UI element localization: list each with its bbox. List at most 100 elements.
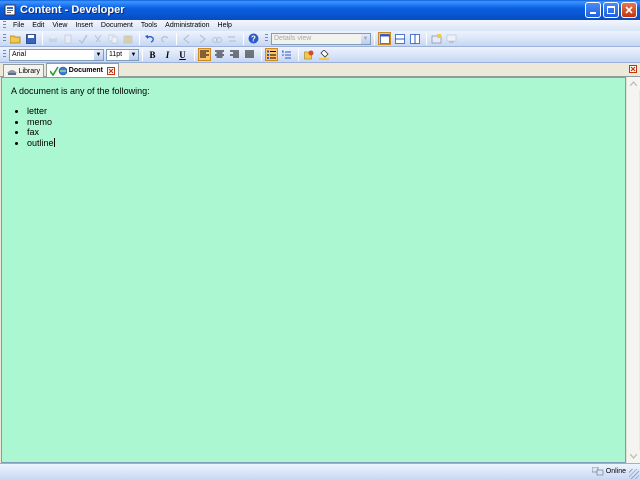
- maximize-icon: [607, 6, 615, 14]
- menu-edit[interactable]: Edit: [28, 21, 48, 30]
- find-button[interactable]: [210, 32, 223, 45]
- menu-tools[interactable]: Tools: [137, 21, 161, 30]
- menu-bar: File Edit View Insert Document Tools Adm…: [0, 20, 640, 31]
- view-combo[interactable]: Details view ▼: [271, 32, 371, 45]
- redo-button[interactable]: [158, 32, 171, 45]
- toolbar-separator: [142, 48, 143, 61]
- open-button[interactable]: [9, 32, 22, 45]
- underline-button[interactable]: U: [176, 48, 189, 61]
- spell-button[interactable]: [76, 32, 89, 45]
- layout-vertical-button[interactable]: [408, 32, 421, 45]
- arrow-right-icon: [199, 34, 206, 43]
- font-name-combo[interactable]: Arial ▼: [9, 48, 104, 61]
- list-item-text: outline: [27, 137, 54, 148]
- scroll-up-button[interactable]: [627, 77, 640, 90]
- copy-button[interactable]: [106, 32, 119, 45]
- menu-grip[interactable]: [3, 21, 6, 30]
- scroll-down-button[interactable]: [627, 450, 640, 463]
- network-icon: [446, 34, 457, 43]
- toolbar-separator: [139, 32, 140, 45]
- chevron-down-icon[interactable]: ▼: [129, 49, 138, 60]
- insert-image-button[interactable]: [302, 48, 315, 61]
- paint-bucket-icon: [318, 49, 329, 60]
- menu-file[interactable]: File: [9, 21, 28, 30]
- back-button[interactable]: [180, 32, 193, 45]
- maximize-button[interactable]: [603, 2, 619, 18]
- properties-icon: [431, 33, 442, 43]
- layout-single-button[interactable]: [378, 32, 391, 45]
- copy-icon: [108, 34, 117, 43]
- close-icon: [108, 68, 114, 73]
- menu-view[interactable]: View: [48, 21, 71, 30]
- minimize-icon: [590, 12, 596, 14]
- font-size-combo[interactable]: 11pt ▼: [106, 48, 139, 61]
- menu-insert[interactable]: Insert: [71, 21, 97, 30]
- chevron-down-icon[interactable]: ▼: [94, 49, 103, 60]
- layout-horizontal-button[interactable]: [393, 32, 406, 45]
- paste-button[interactable]: [121, 32, 134, 45]
- help-button[interactable]: ?: [247, 32, 260, 45]
- library-icon: [7, 70, 17, 75]
- align-right-button[interactable]: [228, 48, 241, 61]
- title-bar: Content - Developer: [0, 0, 640, 20]
- spellcheck-icon: [78, 34, 88, 44]
- text-caret: [53, 137, 55, 147]
- layout-horizontal-icon: [394, 33, 405, 44]
- bullet-list-icon: [267, 50, 276, 59]
- properties-button[interactable]: [430, 32, 443, 45]
- replace-icon: [227, 35, 236, 42]
- preview-button[interactable]: [61, 32, 74, 45]
- menu-document[interactable]: Document: [97, 21, 137, 30]
- view-combo-value: Details view: [274, 35, 312, 42]
- tab-document[interactable]: Document: [46, 63, 119, 77]
- network-button[interactable]: [445, 32, 458, 45]
- toolbar-grip[interactable]: [265, 34, 268, 43]
- list-item-last: outline: [27, 137, 616, 149]
- forward-button[interactable]: [195, 32, 208, 45]
- document-check-icon: [50, 66, 67, 76]
- align-center-button[interactable]: [213, 48, 226, 61]
- list-item: memo: [27, 117, 616, 128]
- justify-button[interactable]: [243, 48, 256, 61]
- tab-library[interactable]: Library: [3, 64, 44, 77]
- numbered-list-button[interactable]: [280, 48, 293, 61]
- replace-button[interactable]: [225, 32, 238, 45]
- minimize-button[interactable]: [585, 2, 601, 18]
- print-button[interactable]: [46, 32, 59, 45]
- close-icon: [625, 6, 633, 14]
- chevron-down-icon: [630, 454, 637, 459]
- document-editor[interactable]: A document is any of the following: lett…: [1, 77, 626, 463]
- toolbar-separator: [42, 32, 43, 45]
- tab-bar: Library Document: [0, 63, 640, 77]
- folder-open-icon: [10, 35, 21, 43]
- bullet-list-button[interactable]: [265, 48, 278, 61]
- align-left-icon: [200, 50, 209, 58]
- status-online-label: Online: [605, 468, 626, 475]
- menu-administration[interactable]: Administration: [161, 21, 213, 30]
- print-icon: [48, 35, 57, 42]
- toolbar-grip[interactable]: [3, 34, 6, 43]
- close-button[interactable]: [621, 2, 637, 18]
- bold-button[interactable]: B: [146, 48, 159, 61]
- italic-button[interactable]: I: [161, 48, 174, 61]
- chevron-down-icon[interactable]: ▼: [361, 33, 370, 44]
- toolbar-separator: [426, 32, 427, 45]
- resize-grip[interactable]: [629, 469, 639, 479]
- save-button[interactable]: [24, 32, 37, 45]
- tab-close-button[interactable]: [107, 66, 115, 75]
- highlight-button[interactable]: [317, 48, 330, 61]
- cut-button[interactable]: [91, 32, 104, 45]
- undo-button[interactable]: [143, 32, 156, 45]
- align-left-button[interactable]: [198, 48, 211, 61]
- panel-close-button[interactable]: [629, 65, 637, 73]
- toolbar-grip[interactable]: [3, 50, 6, 59]
- standard-toolbar: ? Details view ▼: [0, 31, 640, 47]
- justify-icon: [245, 50, 254, 58]
- menu-help[interactable]: Help: [214, 21, 236, 30]
- document-list: letter memo fax outline: [27, 106, 616, 148]
- connection-status: Online: [591, 467, 626, 476]
- vertical-scrollbar[interactable]: [626, 77, 640, 463]
- status-bar: Online: [0, 463, 640, 480]
- save-icon: [25, 33, 36, 44]
- numbered-list-icon: [282, 50, 291, 59]
